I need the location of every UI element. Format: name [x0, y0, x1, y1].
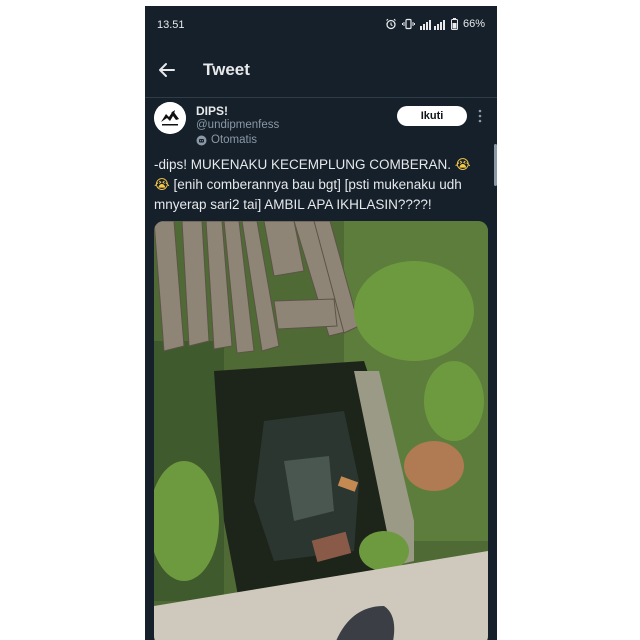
bot-icon — [196, 135, 207, 145]
status-bar: 13.51 66% — [145, 6, 497, 44]
phone-screen: 13.51 66% Tweet DIPS! @undipmenfess Otom… — [145, 6, 497, 640]
tweet-text: -dips! MUKENAKU KECEMPLUNG COMBERAN. 😭 😭… — [154, 155, 484, 214]
automated-text: Otomatis — [211, 134, 258, 146]
tweet-photo[interactable] — [154, 221, 488, 640]
crying-emoji: 😭 — [454, 157, 471, 173]
more-vertical-icon — [478, 109, 482, 123]
back-button[interactable] — [155, 58, 179, 82]
follow-button[interactable]: Ikuti — [397, 106, 467, 126]
author-handle[interactable]: @undipmenfess — [196, 119, 279, 131]
app-bar: Tweet — [145, 50, 497, 90]
status-icons: 66% — [385, 18, 485, 30]
battery-icon — [450, 18, 458, 30]
automated-label: Otomatis — [196, 134, 257, 146]
tweet-text-line1: -dips! MUKENAKU KECEMPLUNG COMBERAN. — [154, 157, 452, 172]
arrow-left-icon — [159, 63, 175, 77]
logo-avatar — [154, 102, 186, 134]
crying-emoji-2: 😭 — [154, 177, 170, 193]
scrollbar-thumb[interactable] — [494, 144, 497, 186]
author-avatar[interactable] — [154, 102, 186, 134]
signal-icon — [419, 19, 445, 30]
photo-media — [154, 221, 488, 640]
battery-level: 66% — [462, 18, 485, 30]
more-options-button[interactable] — [475, 108, 485, 124]
vibrate-icon — [401, 18, 415, 30]
status-time: 13.51 — [157, 19, 185, 31]
page-title: Tweet — [203, 60, 250, 79]
tweet-text-line2: [enih comberannya bau bgt] [psti mukenak… — [154, 177, 462, 212]
author-display-name[interactable]: DIPS! — [196, 104, 228, 118]
header-divider — [145, 97, 497, 98]
alarm-icon — [386, 18, 396, 30]
